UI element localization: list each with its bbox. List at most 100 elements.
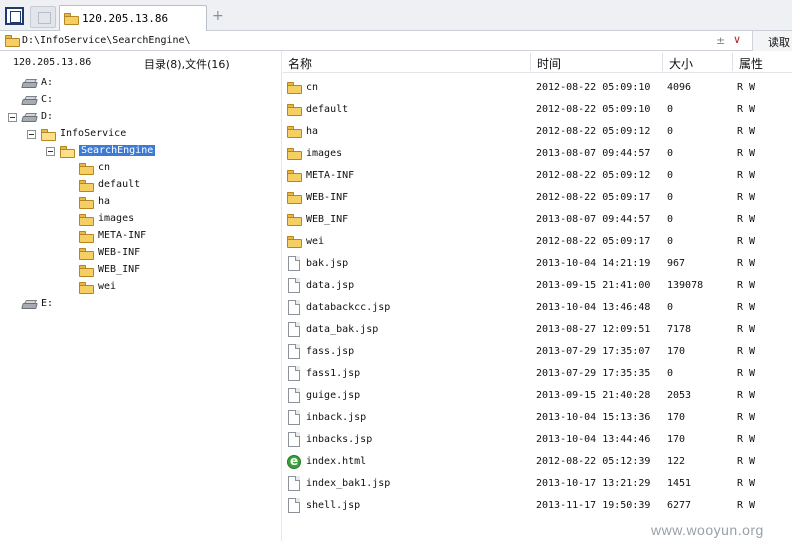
folder-icon xyxy=(79,180,94,192)
tab-bar: 120.205.13.86 + xyxy=(0,0,792,31)
tree-item[interactable]: cn xyxy=(0,160,280,177)
tree-item-label: META-INF xyxy=(98,230,147,241)
file-row[interactable]: bak.jsp 2013-10-04 14:21:19 967 R W xyxy=(283,253,792,275)
collapse-toggle-icon[interactable] xyxy=(46,147,55,156)
folder-icon xyxy=(287,170,302,182)
file-row[interactable]: fass1.jsp 2013-07-29 17:35:35 0 R W xyxy=(283,363,792,385)
file-time: 2012-08-22 05:09:10 xyxy=(536,104,651,115)
file-attr: R W xyxy=(737,390,756,401)
collapse-toggle-icon[interactable] xyxy=(27,130,36,139)
read-button[interactable]: 读取 xyxy=(752,31,792,51)
file-icon xyxy=(288,256,300,271)
file-row[interactable]: cn 2012-08-22 05:09:10 4096 R W xyxy=(283,77,792,99)
file-row[interactable]: index_bak1.jsp 2013-10-17 13:21:29 1451 R W xyxy=(283,473,792,495)
tree-item[interactable]: WEB-INF xyxy=(0,245,280,262)
file-icon xyxy=(288,476,300,491)
file-row[interactable]: index.html 2012-08-22 05:12:39 122 R W xyxy=(283,451,792,473)
tree-item-label: ha xyxy=(98,196,111,207)
file-time: 2013-09-15 21:41:00 xyxy=(536,280,651,291)
host-address: 120.205.13.86 xyxy=(13,57,92,68)
file-row[interactable]: data_bak.jsp 2013-08-27 12:09:51 7178 R W xyxy=(283,319,792,341)
file-attr: R W xyxy=(737,214,756,225)
tree-item[interactable]: images xyxy=(0,211,280,228)
window-layout-icon[interactable] xyxy=(5,7,24,25)
file-time: 2013-10-04 15:13:36 xyxy=(536,412,651,423)
folder-icon xyxy=(79,163,94,175)
file-time: 2013-08-07 09:44:57 xyxy=(536,214,651,225)
add-tab-button[interactable]: + xyxy=(212,8,224,24)
file-size: 0 xyxy=(667,368,674,379)
tree-item[interactable]: default xyxy=(0,177,280,194)
tree-item[interactable]: InfoService xyxy=(0,126,280,143)
collapse-toggle-icon[interactable] xyxy=(8,113,17,122)
file-attr: R W xyxy=(737,280,756,291)
item-count: 目录(8),文件(16) xyxy=(144,58,230,71)
file-attr: R W xyxy=(737,302,756,313)
tree-item[interactable]: A: xyxy=(0,75,280,92)
file-size: 967 xyxy=(667,258,686,269)
file-attr: R W xyxy=(737,82,756,93)
file-row[interactable]: WEB-INF 2012-08-22 05:09:17 0 R W xyxy=(283,187,792,209)
file-icon xyxy=(288,300,300,315)
file-name: guige.jsp xyxy=(306,390,361,401)
column-name[interactable]: 名称 xyxy=(288,55,312,72)
file-attr: R W xyxy=(737,126,756,137)
file-size: 1451 xyxy=(667,478,692,489)
tree-item[interactable]: C: xyxy=(0,92,280,109)
folder-icon xyxy=(79,231,94,243)
address-bar: D:\InfoService\SearchEngine\ ± ∨ 读取 xyxy=(0,31,792,51)
tree-item[interactable]: D: xyxy=(0,109,280,126)
file-name: WEB_INF xyxy=(306,214,349,225)
file-row[interactable]: ha 2012-08-22 05:09:12 0 R W xyxy=(283,121,792,143)
file-size: 170 xyxy=(667,346,686,357)
file-row[interactable]: data.jsp 2013-09-15 21:41:00 139078 R W xyxy=(283,275,792,297)
folder-icon xyxy=(287,82,302,94)
file-row[interactable]: WEB_INF 2013-08-07 09:44:57 0 R W xyxy=(283,209,792,231)
inactive-tab-icon[interactable] xyxy=(30,6,56,28)
file-row[interactable]: images 2013-08-07 09:44:57 0 R W xyxy=(283,143,792,165)
folder-icon xyxy=(79,248,94,260)
folder-icon xyxy=(5,35,20,47)
folder-icon xyxy=(287,126,302,138)
column-time[interactable]: 时间 xyxy=(537,55,561,72)
file-name: inback.jsp xyxy=(306,412,367,423)
file-size: 0 xyxy=(667,192,674,203)
bookmark-icon[interactable]: ± xyxy=(716,34,725,47)
file-name: databackcc.jsp xyxy=(306,302,391,313)
tree-item[interactable]: SearchEngine xyxy=(0,143,280,160)
tree-item[interactable]: E: xyxy=(0,296,280,313)
tab-host[interactable]: 120.205.13.86 xyxy=(59,5,207,31)
file-row[interactable]: databackcc.jsp 2013-10-04 13:46:48 0 R W xyxy=(283,297,792,319)
file-row[interactable]: guige.jsp 2013-09-15 21:40:28 2053 R W xyxy=(283,385,792,407)
file-size: 2053 xyxy=(667,390,692,401)
file-row[interactable]: wei 2012-08-22 05:09:17 0 R W xyxy=(283,231,792,253)
tree-item[interactable]: WEB_INF xyxy=(0,262,280,279)
file-row[interactable]: default 2012-08-22 05:09:10 0 R W xyxy=(283,99,792,121)
file-name: WEB-INF xyxy=(306,192,349,203)
file-name: default xyxy=(306,104,349,115)
file-icon xyxy=(288,432,300,447)
tree-item[interactable]: ha xyxy=(0,194,280,211)
file-row[interactable]: inbacks.jsp 2013-10-04 13:44:46 170 R W xyxy=(283,429,792,451)
chevron-down-icon[interactable]: ∨ xyxy=(733,33,741,46)
file-size: 7178 xyxy=(667,324,692,335)
tree-item[interactable]: META-INF xyxy=(0,228,280,245)
column-attr[interactable]: 属性 xyxy=(739,55,763,72)
file-time: 2013-08-27 12:09:51 xyxy=(536,324,651,335)
file-time: 2013-08-07 09:44:57 xyxy=(536,148,651,159)
file-row[interactable]: shell.jsp 2013-11-17 19:50:39 6277 R W xyxy=(283,495,792,517)
path-input[interactable]: D:\InfoService\SearchEngine\ xyxy=(22,35,191,46)
file-icon xyxy=(288,410,300,425)
file-icon xyxy=(288,344,300,359)
file-time: 2013-07-29 17:35:07 xyxy=(536,346,651,357)
folder-icon xyxy=(287,236,302,248)
file-row[interactable]: META-INF 2012-08-22 05:09:12 0 R W xyxy=(283,165,792,187)
read-button-label: 读取 xyxy=(768,36,790,49)
watermark: www.wooyun.org xyxy=(651,522,764,538)
tree-item[interactable]: wei xyxy=(0,279,280,296)
folder-icon xyxy=(287,104,302,116)
file-row[interactable]: fass.jsp 2013-07-29 17:35:07 170 R W xyxy=(283,341,792,363)
file-size: 170 xyxy=(667,412,686,423)
column-size[interactable]: 大小 xyxy=(669,55,693,72)
file-row[interactable]: inback.jsp 2013-10-04 15:13:36 170 R W xyxy=(283,407,792,429)
